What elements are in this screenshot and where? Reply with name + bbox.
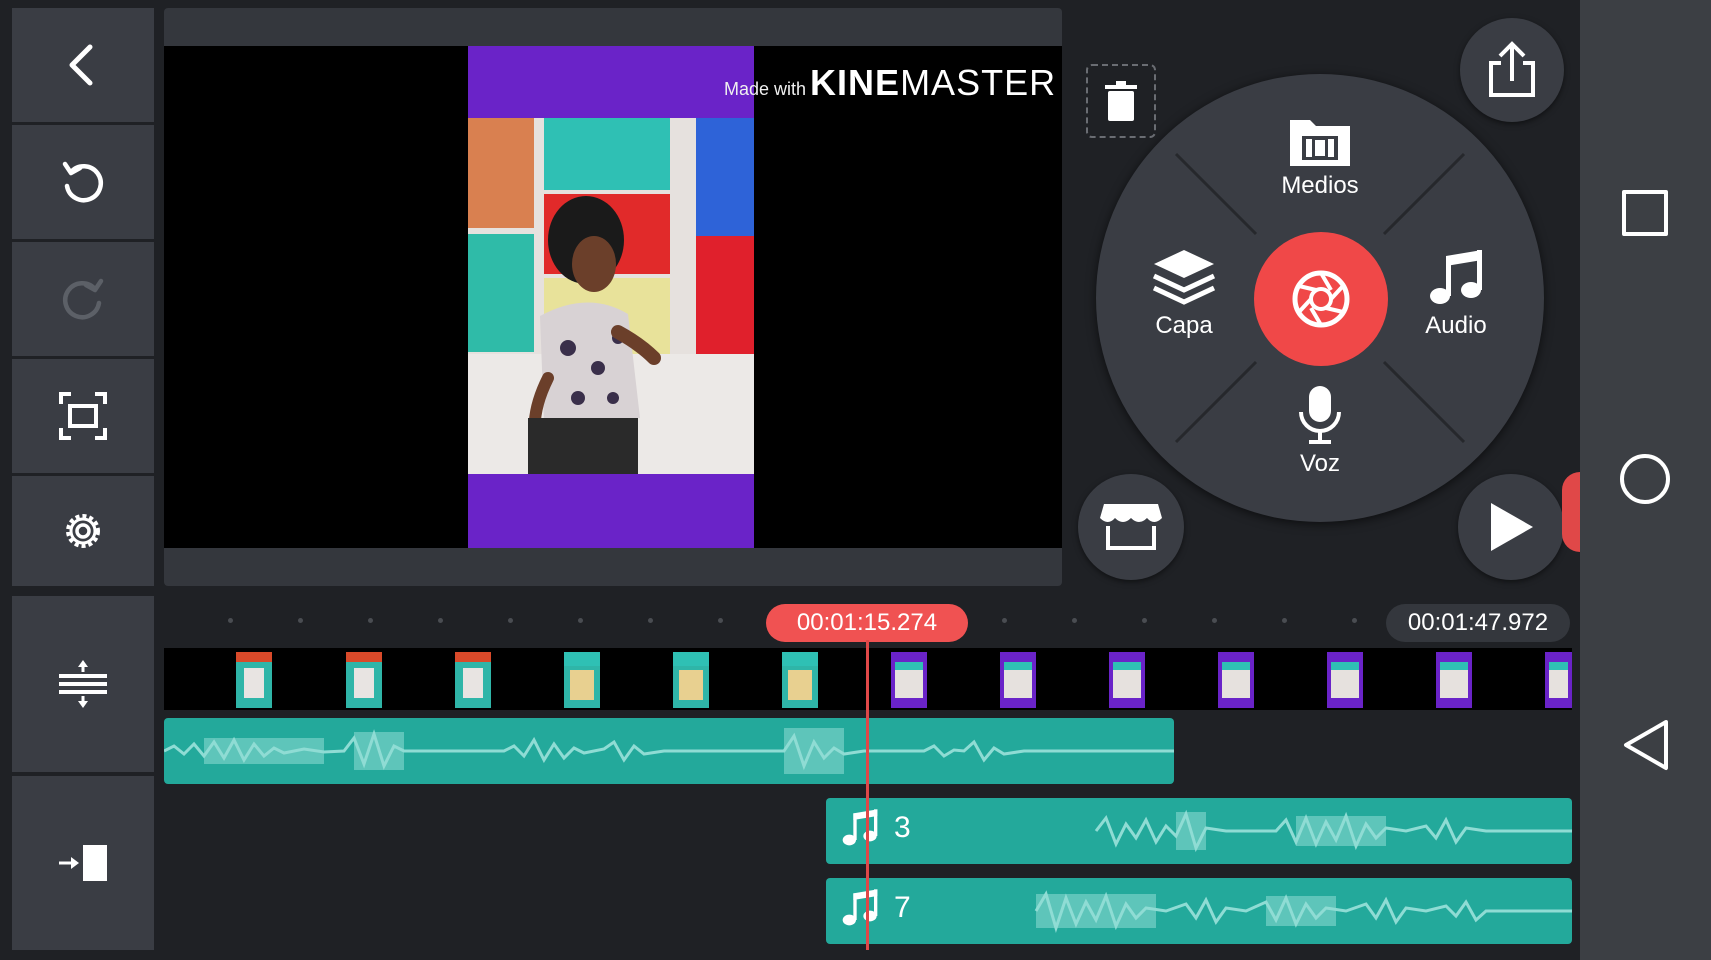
video-thumbnail[interactable] <box>1218 652 1254 708</box>
video-thumbnail[interactable] <box>1327 652 1363 708</box>
play-icon <box>1491 503 1533 551</box>
watermark: Made with KINEMASTER <box>724 62 1056 104</box>
video-thumbnail[interactable] <box>1109 652 1145 708</box>
audio-clip-3[interactable]: 3 <box>826 798 1572 864</box>
redo-button[interactable] <box>12 242 154 356</box>
audio-clip-3-label: 3 <box>840 808 911 848</box>
video-thumbnail[interactable] <box>1545 652 1572 708</box>
fullscreen-button[interactable] <box>12 359 154 473</box>
microphone-icon <box>1299 386 1341 444</box>
radial-menu: Medios Capa Audio Voz <box>1096 74 1544 522</box>
video-thumbnail[interactable] <box>782 652 818 708</box>
video-thumbnail[interactable] <box>1436 652 1472 708</box>
back-icon <box>69 44 93 86</box>
person-figure <box>528 196 661 474</box>
layers-icon <box>1152 250 1216 305</box>
kinemaster-editor: Made with KINEMASTER Medios Capa Audio V… <box>0 0 1711 960</box>
voice-button[interactable]: Voz <box>1270 384 1370 478</box>
back-button[interactable] <box>12 8 154 122</box>
audio-clip-7-label: 7 <box>840 888 911 928</box>
settings-button[interactable] <box>12 476 154 586</box>
undo-button[interactable] <box>12 125 154 239</box>
audio-button[interactable]: Audio <box>1406 248 1506 340</box>
video-thumbnail[interactable] <box>346 652 382 708</box>
media-button[interactable]: Medios <box>1270 114 1370 200</box>
video-thumbnail[interactable] <box>1000 652 1036 708</box>
video-thumbnail[interactable] <box>564 652 600 708</box>
music-note-icon <box>842 889 878 926</box>
video-thumbnail[interactable] <box>891 652 927 708</box>
nav-back-icon[interactable] <box>1622 718 1670 772</box>
total-time-badge: 00:01:47.972 <box>1386 604 1570 642</box>
audio-waveform <box>164 728 1174 774</box>
media-label: Medios <box>1281 172 1359 199</box>
audio-waveform <box>1034 890 1572 934</box>
media-folder-icon <box>1290 120 1350 166</box>
watermark-brand-light: MASTER <box>900 62 1057 103</box>
jump-to-end-button[interactable] <box>12 776 154 950</box>
track-height-icon <box>59 660 107 708</box>
audio-clip-main[interactable] <box>164 718 1174 784</box>
record-button[interactable] <box>1254 232 1388 366</box>
audio-waveform <box>1094 809 1572 853</box>
home-icon[interactable] <box>1620 454 1670 504</box>
camera-shutter-icon <box>1292 270 1350 328</box>
audio-clip-number: 3 <box>894 811 911 844</box>
track-height-button[interactable] <box>12 596 154 772</box>
layer-button[interactable]: Capa <box>1134 248 1234 340</box>
redo-icon <box>62 278 104 320</box>
undo-icon <box>62 161 104 203</box>
audio-label: Audio <box>1425 312 1487 339</box>
settings-icon <box>66 514 100 548</box>
record-edge <box>1562 472 1580 552</box>
video-thumbnail[interactable] <box>236 652 272 708</box>
jump-end-icon <box>59 845 107 881</box>
video-thumbnail[interactable] <box>673 652 709 708</box>
current-time-badge: 00:01:15.274 <box>766 604 968 642</box>
video-photo <box>468 118 754 474</box>
voice-label: Voz <box>1299 450 1341 477</box>
video-thumbnail[interactable] <box>455 652 491 708</box>
play-button[interactable] <box>1458 474 1564 580</box>
music-note-icon <box>842 809 878 846</box>
audio-clip-7[interactable]: 7 <box>826 878 1572 944</box>
layer-label: Capa <box>1155 312 1213 339</box>
asset-store-button[interactable] <box>1078 474 1184 580</box>
store-icon <box>1100 504 1162 550</box>
playhead[interactable] <box>866 640 869 950</box>
music-note-icon <box>1430 250 1482 304</box>
fullscreen-icon <box>59 392 107 440</box>
system-nav-bar <box>1580 0 1711 960</box>
watermark-brand-bold: KINE <box>810 62 901 103</box>
recents-icon[interactable] <box>1622 190 1668 236</box>
watermark-prefix: Made with <box>724 79 807 99</box>
audio-clip-number: 7 <box>894 891 911 924</box>
video-frame <box>468 46 754 548</box>
